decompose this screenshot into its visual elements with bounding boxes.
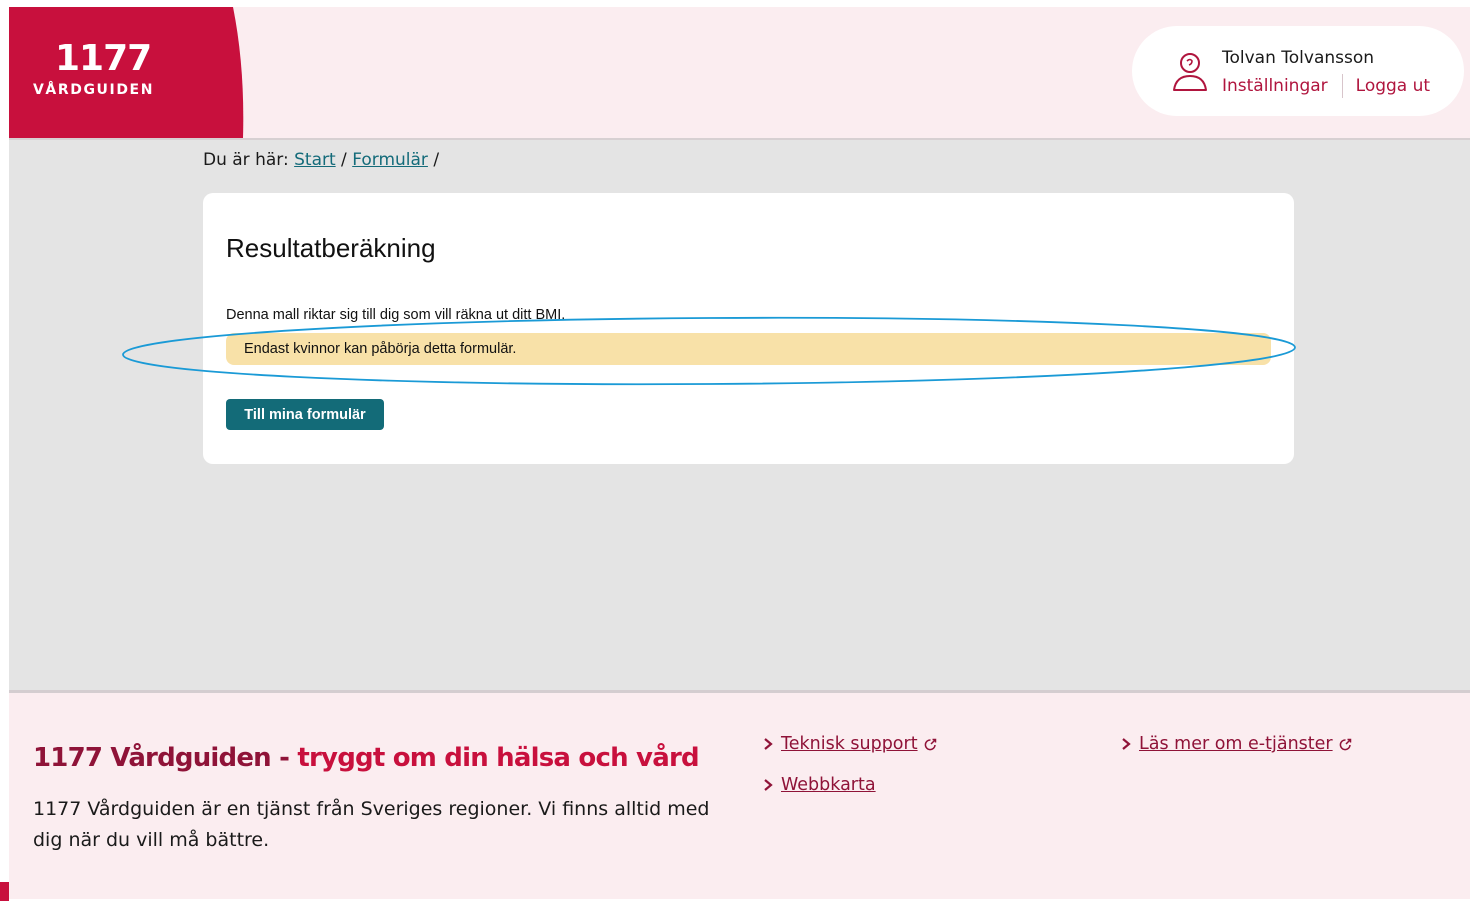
logout-link[interactable]: Logga ut	[1356, 76, 1430, 96]
settings-link[interactable]: Inställningar	[1222, 76, 1328, 96]
notice-text: Endast kvinnor kan påbörja detta formulä…	[244, 341, 517, 357]
footer-description: 1177 Vårdguiden är en tjänst från Sverig…	[33, 798, 710, 851]
user-links: Inställningar Logga ut	[1222, 74, 1430, 98]
breadcrumb-separator: /	[341, 150, 347, 170]
corner-accent-mark	[0, 882, 9, 901]
logo-subtitle: VÅRDGUIDEN	[33, 82, 155, 98]
breadcrumb-start-link[interactable]: Start	[294, 150, 336, 170]
form-description: Denna mall riktar sig till dig som vill …	[226, 307, 566, 323]
page-frame: 1177 VÅRDGUIDEN Tolvan Tolvansson Instäl…	[9, 7, 1470, 899]
site-footer: 1177 Vårdguiden - tryggt om din hälsa oc…	[9, 690, 1470, 899]
footer-link-technical-support[interactable]: Teknisk support	[761, 734, 937, 754]
logo-number: 1177	[55, 38, 152, 79]
breadcrumb-forms-link[interactable]: Formulär	[352, 150, 428, 170]
eligibility-notice: Endast kvinnor kan påbörja detta formulä…	[226, 333, 1271, 365]
page-title: Resultatberäkning	[226, 233, 436, 263]
user-panel: Tolvan Tolvansson Inställningar Logga ut	[1132, 26, 1464, 116]
footer-heading-brand: 1177 Vårdguiden -	[33, 743, 298, 773]
breadcrumb: Du är här: Start / Formulär /	[203, 150, 439, 170]
breadcrumb-separator: /	[433, 150, 440, 170]
user-avatar-icon	[1173, 53, 1207, 91]
footer-link-sitemap[interactable]: Webbkarta	[761, 775, 876, 795]
chevron-right-icon	[764, 779, 773, 791]
external-link-icon	[1339, 738, 1351, 750]
footer-link-label: Teknisk support	[781, 734, 918, 754]
user-name: Tolvan Tolvansson	[1222, 48, 1375, 68]
chevron-right-icon	[1122, 738, 1131, 750]
site-header: 1177 VÅRDGUIDEN Tolvan Tolvansson Instäl…	[9, 7, 1470, 140]
external-link-icon	[924, 738, 936, 750]
link-divider	[1341, 74, 1343, 98]
breadcrumb-prefix: Du är här:	[203, 150, 289, 170]
footer-heading: 1177 Vårdguiden - tryggt om din hälsa oc…	[33, 743, 700, 773]
footer-heading-tagline: tryggt om din hälsa och vård	[297, 743, 699, 773]
footer-link-label: Webbkarta	[781, 775, 876, 795]
my-forms-button[interactable]: Till mina formulär	[226, 399, 384, 430]
result-card: Resultatberäkning Denna mall riktar sig …	[203, 193, 1294, 464]
footer-link-label: Läs mer om e-tjänster	[1139, 734, 1333, 754]
logo-link[interactable]: 1177 VÅRDGUIDEN	[9, 7, 249, 138]
footer-link-read-more-eservices[interactable]: Läs mer om e-tjänster	[1119, 734, 1352, 754]
chevron-right-icon	[764, 738, 773, 750]
